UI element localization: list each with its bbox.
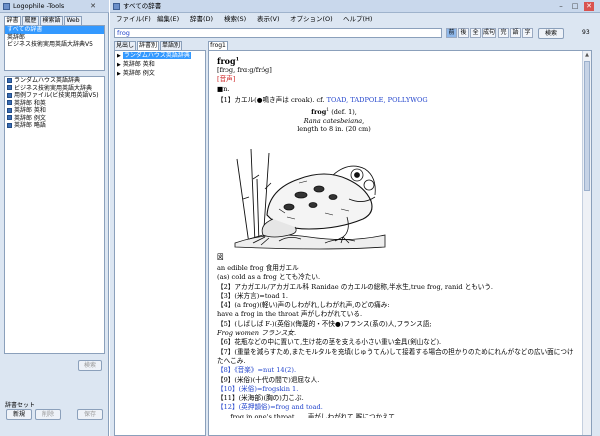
- menu-bar: ファイル(F) 編集(E) 辞書(D) 検索(S) 表示(V) オプション(O)…: [110, 14, 600, 26]
- search-input[interactable]: frog: [114, 28, 442, 38]
- dictionary-tree: ▶ ランダムハウス英語辞典 ▶ 英辞郎 英和 ▶ 英辞郎 例文: [114, 50, 206, 436]
- checkbox-icon[interactable]: [7, 115, 12, 120]
- dictionary-list: ランダムハウス英語辞典 ビジネス技術実用英語大辞典 用例ファイル(ビ技実用英語V…: [4, 76, 105, 354]
- tab-dictionaries[interactable]: 辞書: [4, 16, 21, 25]
- result-count: 93: [582, 29, 590, 36]
- definition-line: ……frog in one's throat……声がしわがれて,喉につかえて: [217, 412, 396, 418]
- audio-link[interactable]: [音声]: [217, 75, 235, 84]
- definition-line: Frog women フランス女.: [217, 329, 297, 338]
- menu-search[interactable]: 検索(S): [224, 14, 246, 25]
- entry-content: frog1 [frɔg, frɑːg/frɔ́g] [音声] ■n. 【1】カエ…: [208, 50, 592, 436]
- dict-set-list: すべての辞書 英辞郎 ビジネス技術実用英語大辞典V5: [4, 25, 105, 71]
- tab-entry[interactable]: frog1: [208, 41, 228, 50]
- tab-search-words[interactable]: 検索語: [40, 16, 63, 25]
- menu-file[interactable]: ファイル(F): [116, 14, 151, 25]
- tools-window: Logophile -Tools ✕ 辞書 履歴 検索語 Web すべての辞書 …: [0, 0, 109, 436]
- close-icon[interactable]: ✕: [88, 2, 98, 11]
- expand-icon[interactable]: ▶: [117, 62, 121, 68]
- definition-line: 【9】(米俗)(十代の間で)退屈な人.: [217, 375, 320, 384]
- save-button[interactable]: 保存: [77, 409, 103, 420]
- scroll-up-icon[interactable]: ▲: [583, 51, 591, 59]
- definition-line: 【6】花瓶などの中に置いて,生け花の茎を支える小さい重い金具(剣山など).: [217, 338, 442, 347]
- definition-line: (as) cold as a frog とても冷たい.: [217, 273, 321, 282]
- checkbox-icon[interactable]: [7, 92, 12, 98]
- checkbox-icon[interactable]: [7, 122, 12, 128]
- expand-icon[interactable]: ▶: [117, 71, 121, 77]
- figure-marker: 図: [217, 253, 224, 261]
- dictionary-item[interactable]: 英辞郎 和英: [5, 100, 104, 108]
- checkbox-icon[interactable]: [7, 85, 12, 90]
- search-mode-full[interactable]: 全: [470, 28, 481, 38]
- entry-pronunciation: [frɔg, frɑːg/frɔ́g]: [217, 66, 272, 74]
- tab-by-word[interactable]: 単語別: [160, 41, 182, 50]
- vertical-scrollbar[interactable]: ▲: [582, 51, 591, 435]
- tools-title: Logophile -Tools: [13, 2, 65, 10]
- entry-pos: ■n.: [217, 85, 230, 93]
- dict-set-item[interactable]: すべての辞書: [5, 26, 104, 34]
- tree-item[interactable]: ▶ 英辞郎 例文: [115, 69, 205, 78]
- search-mode-phrase[interactable]: 成句: [482, 28, 496, 38]
- search-mode-prefix[interactable]: 前: [446, 28, 457, 38]
- scrollbar-thumb[interactable]: [584, 61, 590, 191]
- dictionary-item[interactable]: 英辞郎 略語: [5, 122, 104, 130]
- search-mode-word[interactable]: 語: [510, 28, 521, 38]
- tree-item[interactable]: ▶ ランダムハウス英語辞典: [115, 51, 205, 60]
- definition-line: 【2】アカガエル/アカガエル科 Ranidae のカエルの総称,半水生,true…: [217, 282, 494, 291]
- tab-history[interactable]: 履歴: [22, 16, 39, 25]
- checkbox-icon[interactable]: [7, 107, 12, 113]
- main-title-bar: すべての辞書 – □ ✕: [110, 0, 600, 13]
- definition-line: an edible frog 食用ガエル: [217, 264, 299, 272]
- definition-line: 【8】《音楽》=nut 14(2).: [217, 366, 297, 375]
- app-icon: [3, 3, 10, 10]
- definition-line: have a frog in the throat 声がしわがれている.: [217, 310, 363, 319]
- definition-line: 【10】(米俗)=frogskin 1.: [217, 384, 299, 393]
- tab-by-dictionary[interactable]: 辞書別: [137, 41, 159, 50]
- main-window: すべての辞書 – □ ✕ ファイル(F) 編集(E) 辞書(D) 検索(S) 表…: [110, 0, 600, 436]
- definition-list: an edible frog 食用ガエル (as) cold as a frog…: [217, 264, 577, 418]
- tools-title-bar: Logophile -Tools ✕: [0, 0, 109, 13]
- expand-icon[interactable]: ▶: [117, 53, 121, 59]
- main-title: すべての辞書: [123, 2, 162, 10]
- illustration-caption: frog1 (def. 1), Rana catesbeiana, length…: [297, 108, 371, 134]
- search-mode-exact[interactable]: 完: [498, 28, 509, 38]
- definition-line: 【12】(英押韻俗)=frog and toad.: [217, 403, 323, 412]
- entry-headword: frog1: [217, 56, 240, 66]
- dictionary-item[interactable]: ランダムハウス英語辞典: [5, 77, 104, 85]
- close-icon[interactable]: ✕: [584, 2, 594, 11]
- minimize-icon[interactable]: –: [556, 2, 566, 11]
- search-mode-char[interactable]: 字: [522, 28, 533, 38]
- delete-button[interactable]: 削除: [35, 409, 61, 420]
- menu-help[interactable]: ヘルプ(H): [343, 14, 372, 25]
- definition-line: 【5】(しばしば F-)(英俗)(侮蔑的・不快●)フランス(系の)人,フランス語…: [217, 319, 432, 328]
- dictionary-item[interactable]: 英辞郎 英和: [5, 107, 104, 115]
- tools-search-button[interactable]: 検索: [78, 360, 102, 371]
- frog-illustration: [234, 148, 386, 250]
- dictionary-item[interactable]: ビジネス技術実用英語大辞典: [5, 85, 104, 93]
- definition-line: 【7】(重量を減らすため,またモルタルを充填(じゅうてん)して接着する場合の担か…: [217, 347, 574, 365]
- dict-set-item[interactable]: 英辞郎: [5, 34, 104, 42]
- menu-dictionary[interactable]: 辞書(D): [190, 14, 213, 25]
- checkbox-icon[interactable]: [7, 100, 12, 105]
- cross-reference-link[interactable]: TOAD, TADPOLE, POLLYWOG: [327, 96, 428, 104]
- tree-item[interactable]: ▶ 英辞郎 英和: [115, 60, 205, 69]
- tab-web[interactable]: Web: [64, 16, 82, 25]
- entry-definition-1: 【1】カエル(●鳴き声は croak). cf. TOAD, TADPOLE, …: [217, 96, 428, 104]
- new-button[interactable]: 新規: [6, 409, 32, 420]
- menu-options[interactable]: オプション(O): [290, 14, 333, 25]
- search-button[interactable]: 検索: [538, 28, 564, 39]
- dict-set-label: 辞書セット: [5, 402, 36, 409]
- search-mode-suffix[interactable]: 後: [458, 28, 469, 38]
- tab-headwords[interactable]: 見出し: [114, 41, 136, 50]
- definition-line: 【3】(米方言)=toad 1.: [217, 291, 288, 300]
- dictionary-item[interactable]: 英辞郎 例文: [5, 115, 104, 123]
- maximize-icon[interactable]: □: [570, 2, 580, 11]
- menu-edit[interactable]: 編集(E): [157, 14, 179, 25]
- dict-set-item[interactable]: ビジネス技術実用英語大辞典V5: [5, 41, 104, 49]
- dictionary-item[interactable]: 用例ファイル(ビ技実用英語V5): [5, 92, 104, 100]
- app-icon: [113, 3, 120, 10]
- checkbox-icon[interactable]: [7, 77, 12, 83]
- menu-view[interactable]: 表示(V): [257, 14, 280, 25]
